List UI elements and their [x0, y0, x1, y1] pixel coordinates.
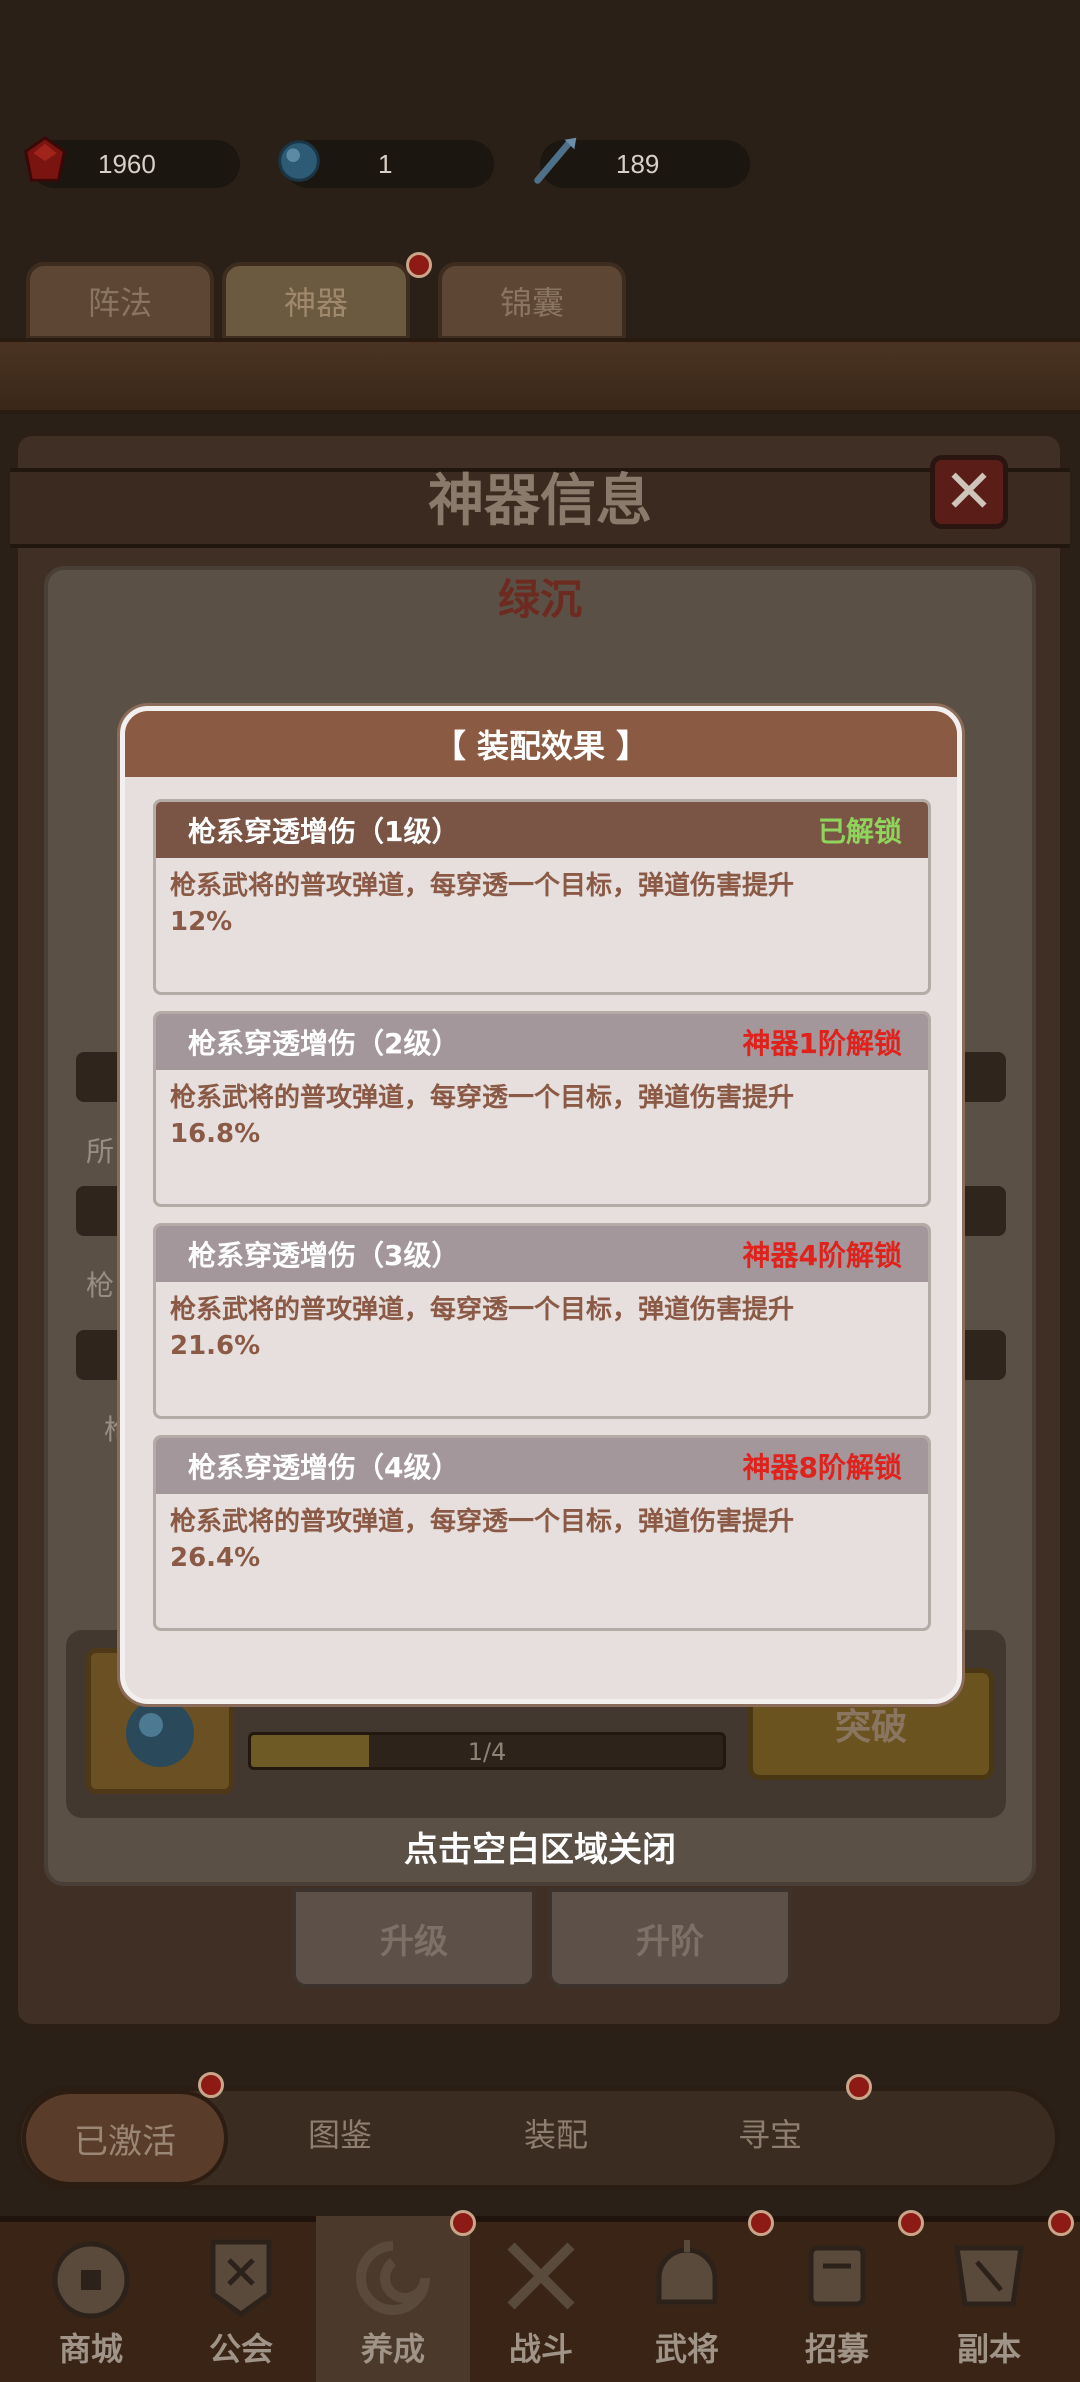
effect-status: 神器1阶解锁 — [742, 1027, 902, 1060]
effect-card-header: 枪系穿透增伤（2级） 神器1阶解锁 — [156, 1014, 928, 1070]
effect-value: 12% — [170, 907, 233, 937]
effect-value: 21.6% — [170, 1331, 261, 1361]
equip-effect-modal: 【 装配效果 】 枪系穿透增伤（1级） 已解锁 枪系武将的普攻弹道，每穿透一个目… — [120, 706, 962, 1704]
effect-card-level-2: 枪系穿透增伤（2级） 神器1阶解锁 枪系武将的普攻弹道，每穿透一个目标，弹道伤害… — [153, 1011, 931, 1207]
effect-value: 16.8% — [170, 1119, 261, 1149]
effect-title: 枪系穿透增伤（3级） — [188, 1239, 460, 1272]
effect-title: 枪系穿透增伤（2级） — [188, 1027, 460, 1060]
effect-card-header: 枪系穿透增伤（1级） 已解锁 — [156, 802, 928, 858]
effect-status: 神器8阶解锁 — [742, 1451, 902, 1484]
effect-description-text: 枪系武将的普攻弹道，每穿透一个目标，弹道伤害提升 — [170, 1083, 795, 1113]
tap-blank-to-close-hint: 点击空白区域关闭 — [404, 1830, 676, 1870]
effect-title: 枪系穿透增伤（4级） — [188, 1451, 460, 1484]
effect-description-text: 枪系武将的普攻弹道，每穿透一个目标，弹道伤害提升 — [170, 1295, 795, 1325]
effect-status: 已解锁 — [817, 815, 902, 848]
effect-description: 枪系武将的普攻弹道，每穿透一个目标，弹道伤害提升 26.4% — [156, 1494, 928, 1586]
effect-value: 26.4% — [170, 1543, 261, 1573]
effect-card-level-4: 枪系穿透增伤（4级） 神器8阶解锁 枪系武将的普攻弹道，每穿透一个目标，弹道伤害… — [153, 1435, 931, 1631]
effect-card-level-3: 枪系穿透增伤（3级） 神器4阶解锁 枪系武将的普攻弹道，每穿透一个目标，弹道伤害… — [153, 1223, 931, 1419]
effect-description: 枪系武将的普攻弹道，每穿透一个目标，弹道伤害提升 12% — [156, 858, 928, 950]
effect-description-text: 枪系武将的普攻弹道，每穿透一个目标，弹道伤害提升 — [170, 871, 795, 901]
effect-status: 神器4阶解锁 — [742, 1239, 902, 1272]
effect-description: 枪系武将的普攻弹道，每穿透一个目标，弹道伤害提升 21.6% — [156, 1282, 928, 1374]
effect-title: 枪系穿透增伤（1级） — [188, 815, 460, 848]
modal-title: 【 装配效果 】 — [125, 711, 957, 777]
effect-description-text: 枪系武将的普攻弹道，每穿透一个目标，弹道伤害提升 — [170, 1507, 795, 1537]
effect-card-header: 枪系穿透增伤（4级） 神器8阶解锁 — [156, 1438, 928, 1494]
effect-card-header: 枪系穿透增伤（3级） 神器4阶解锁 — [156, 1226, 928, 1282]
effect-description: 枪系武将的普攻弹道，每穿透一个目标，弹道伤害提升 16.8% — [156, 1070, 928, 1162]
effect-card-level-1: 枪系穿透增伤（1级） 已解锁 枪系武将的普攻弹道，每穿透一个目标，弹道伤害提升 … — [153, 799, 931, 995]
